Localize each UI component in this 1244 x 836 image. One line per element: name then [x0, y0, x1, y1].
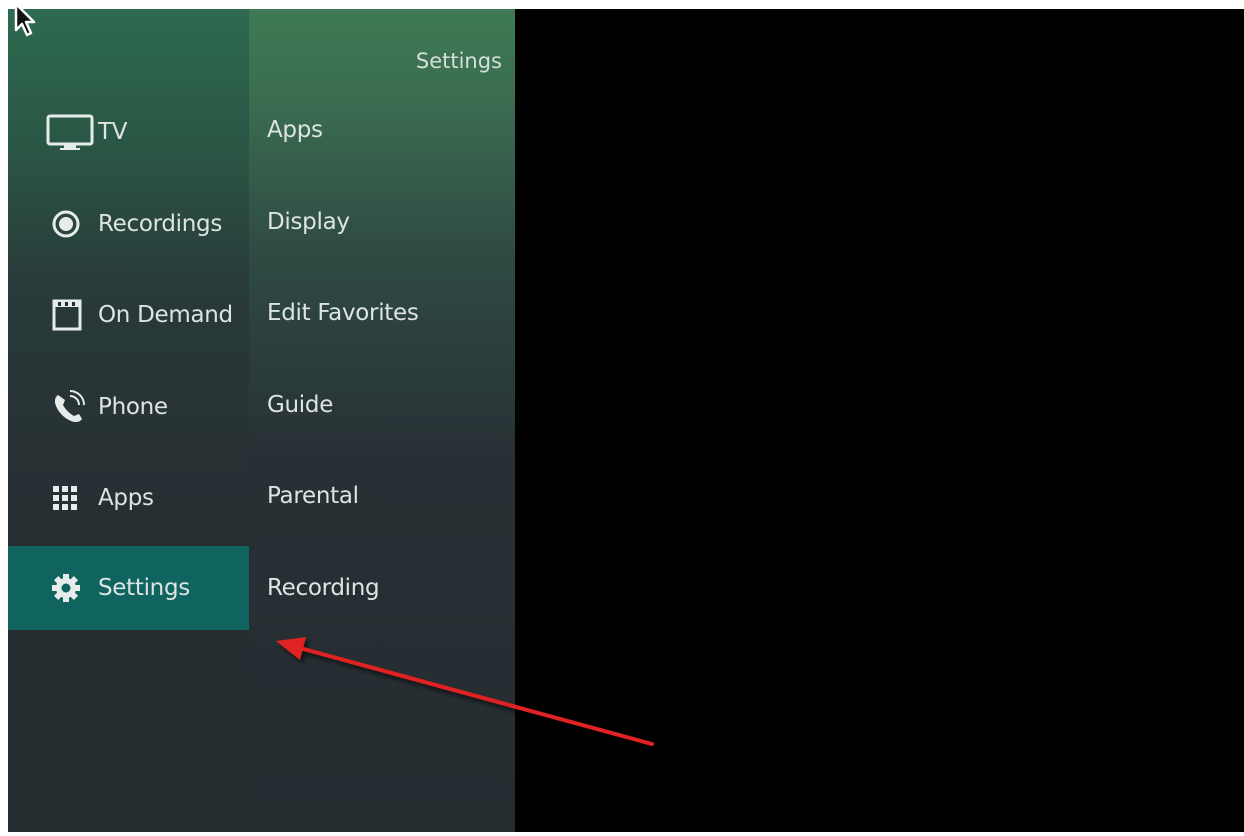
nav-item-phone[interactable]: Phone	[8, 366, 249, 448]
nav-item-recordings[interactable]: Recordings	[8, 183, 249, 265]
main-navigation: TV Recordings On Demand Phone Apps Setti…	[8, 9, 249, 832]
nav-item-label: TV	[98, 119, 128, 145]
film-icon	[46, 295, 98, 335]
submenu-item-edit-favorites[interactable]: Edit Favorites	[267, 300, 419, 326]
nav-item-label: Phone	[98, 394, 168, 420]
nav-item-label: On Demand	[98, 302, 233, 328]
nav-item-settings[interactable]: Settings	[8, 546, 249, 630]
submenu-item-guide[interactable]: Guide	[267, 392, 333, 418]
submenu-item-recording[interactable]: Recording	[267, 575, 380, 601]
nav-item-tv[interactable]: TV	[8, 91, 249, 173]
gear-icon	[46, 568, 98, 608]
submenu-title: Settings	[415, 49, 502, 73]
nav-item-on-demand[interactable]: On Demand	[8, 274, 249, 356]
tv-icon	[46, 112, 98, 152]
tv-menu-screen: TV Recordings On Demand Phone Apps Setti…	[8, 9, 1244, 832]
nav-item-label: Apps	[98, 485, 154, 511]
phone-icon	[46, 387, 98, 427]
nav-item-label: Recordings	[98, 211, 223, 237]
settings-submenu: Settings Apps Display Edit Favorites Gui…	[249, 9, 515, 832]
apps-grid-icon	[46, 478, 98, 518]
submenu-item-parental[interactable]: Parental	[267, 483, 359, 509]
nav-item-apps[interactable]: Apps	[8, 457, 249, 539]
record-icon	[46, 204, 98, 244]
submenu-item-apps[interactable]: Apps	[267, 117, 323, 143]
mouse-pointer-icon	[14, 2, 36, 37]
submenu-item-display[interactable]: Display	[267, 209, 350, 235]
nav-item-label: Settings	[98, 575, 190, 601]
